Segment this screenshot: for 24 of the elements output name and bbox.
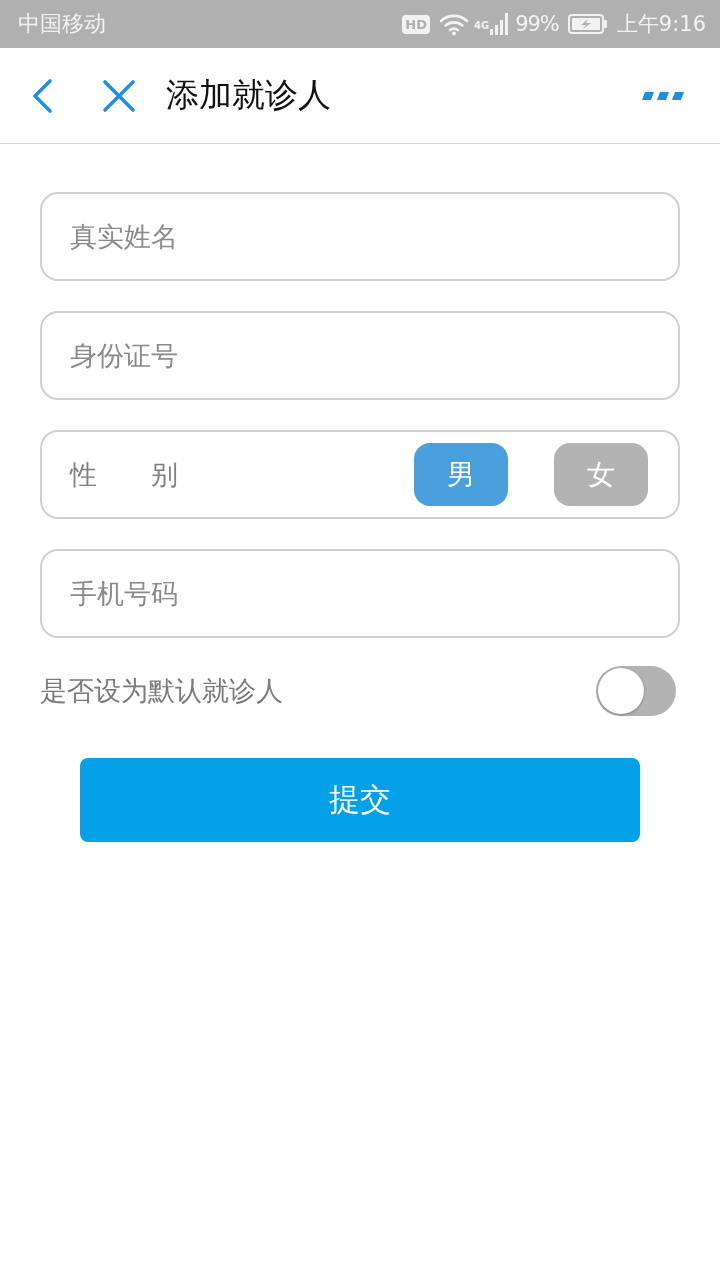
more-button[interactable]	[642, 90, 686, 101]
gender-label: 性 别	[70, 457, 178, 492]
back-icon	[30, 77, 54, 114]
input-field[interactable]: 真实姓名	[40, 192, 680, 281]
input-field[interactable]: 手机号码	[40, 549, 680, 638]
hd-badge: HD	[402, 14, 430, 34]
network-type-label: 4G	[473, 20, 490, 31]
clock-time: 上午9:16	[616, 11, 706, 38]
battery-percent: 99%	[515, 12, 559, 36]
battery-charging-icon	[567, 14, 608, 34]
gender-option[interactable]: 女	[554, 443, 648, 506]
wifi-icon	[438, 12, 469, 36]
close-button[interactable]	[102, 78, 136, 113]
more-icon	[642, 90, 686, 101]
back-button[interactable]	[30, 77, 54, 114]
default-toggle[interactable]	[596, 666, 676, 716]
close-icon	[102, 78, 136, 113]
signal-icon	[490, 13, 511, 35]
default-patient-label: 是否设为默认就诊人	[40, 674, 283, 708]
carrier-name: 中国移动	[18, 10, 106, 38]
submit-button[interactable]: 提交	[80, 758, 640, 842]
page-title: 添加就诊人	[166, 74, 331, 116]
input-field[interactable]: 身份证号	[40, 311, 680, 400]
gender-option[interactable]: 男	[414, 443, 508, 506]
